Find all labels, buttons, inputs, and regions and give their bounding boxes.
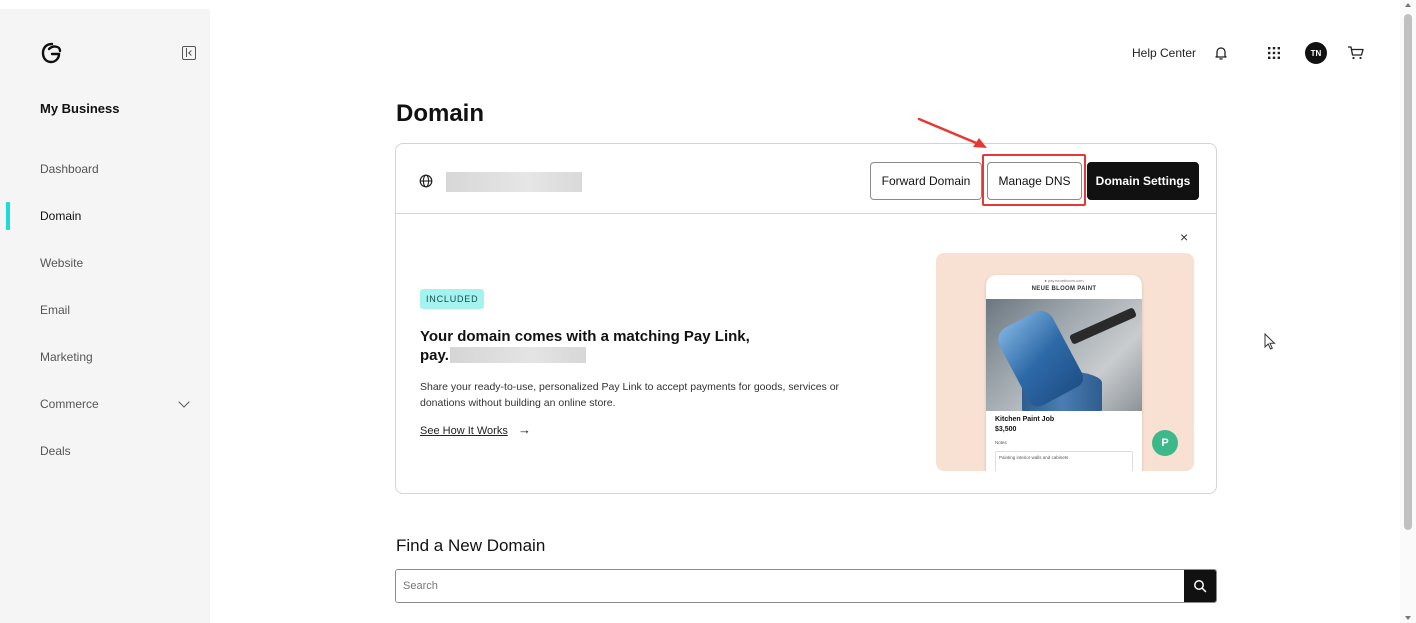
domain-settings-button[interactable]: Domain Settings [1087, 162, 1199, 200]
godaddy-logo-icon[interactable] [40, 41, 64, 65]
paint-roller-photo [986, 299, 1142, 411]
pay-link-prefix: pay. [420, 347, 449, 364]
preview-avatar: P [1152, 430, 1178, 456]
pay-link-preview-image: ● pay.neuebloom.com NEUE BLOOM PAINT Kit… [936, 253, 1194, 471]
preview-item: Kitchen Paint Job [995, 416, 1055, 423]
preview-notes-box: Painting interior walls and cabinets [995, 451, 1133, 471]
scroll-thumb[interactable] [1404, 14, 1412, 530]
sidebar-item-label: Commerce [40, 397, 99, 411]
sidebar-item-marketing[interactable]: Marketing [40, 347, 200, 367]
page-scrollbar[interactable] [1400, 0, 1416, 623]
close-icon[interactable]: × [1180, 230, 1188, 244]
arrow-right-icon: → [518, 422, 531, 437]
preview-price: $3,500 [995, 426, 1017, 433]
preview-notes-label: Notes [995, 440, 1007, 445]
brand-title: My Business [40, 101, 120, 116]
globe-icon [419, 174, 433, 193]
manage-dns-button[interactable]: Manage DNS [987, 162, 1082, 200]
help-center-link[interactable]: Help Center [1132, 46, 1196, 60]
sidebar: My Business Dashboard Domain Website Ema… [0, 9, 210, 623]
roller-handle-shape [1068, 307, 1138, 345]
user-avatar[interactable]: TN [1305, 42, 1327, 64]
promo-description: Share your ready-to-use, personalized Pa… [420, 381, 840, 409]
mouse-cursor-icon [1264, 333, 1276, 350]
search-button[interactable] [1184, 570, 1216, 602]
bell-icon[interactable] [1210, 42, 1232, 64]
find-domain-title: Find a New Domain [396, 536, 546, 555]
sidebar-item-email[interactable]: Email [40, 300, 200, 320]
phone-mockup: ● pay.neuebloom.com NEUE BLOOM PAINT Kit… [986, 275, 1142, 471]
domain-card-header: Forward Domain Manage DNS Domain Setting… [396, 144, 1216, 214]
domain-name-redacted [446, 172, 582, 192]
sidebar-item-dashboard[interactable]: Dashboard [40, 159, 200, 179]
scroll-down-icon[interactable] [1405, 616, 1411, 620]
page-title: Domain [396, 100, 485, 127]
domain-search-bar [395, 569, 1217, 603]
active-indicator [6, 202, 10, 230]
search-icon [1194, 580, 1207, 593]
scroll-up-icon[interactable] [1405, 3, 1411, 7]
forward-domain-button[interactable]: Forward Domain [870, 162, 982, 200]
chevron-down-icon [178, 396, 190, 408]
sidebar-item-deals[interactable]: Deals [40, 441, 200, 461]
sidebar-item-domain[interactable]: Domain [40, 206, 200, 226]
preview-brand: NEUE BLOOM PAINT [1031, 286, 1097, 292]
preview-url: ● pay.neuebloom.com [1044, 278, 1084, 283]
see-how-it-works-link[interactable]: See How It Works [420, 425, 508, 437]
pay-link-redacted [450, 347, 586, 363]
domain-card: Forward Domain Manage DNS Domain Setting… [395, 143, 1217, 494]
cart-icon[interactable] [1345, 42, 1367, 64]
included-badge: INCLUDED [420, 289, 485, 309]
promo-title: Your domain comes with a matching Pay Li… [420, 328, 750, 345]
domain-search-input[interactable] [396, 570, 1186, 602]
sidebar-item-commerce[interactable]: Commerce [40, 394, 200, 414]
collapse-sidebar-icon[interactable] [182, 46, 196, 60]
apps-grid-icon[interactable] [1263, 42, 1285, 64]
sidebar-item-website[interactable]: Website [40, 253, 200, 273]
